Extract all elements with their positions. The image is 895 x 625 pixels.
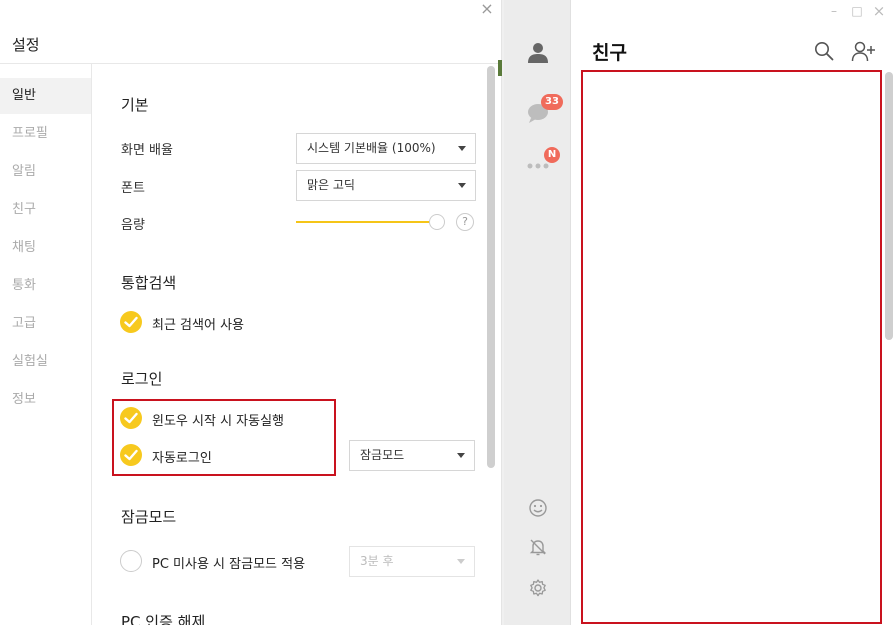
background-sliver (498, 60, 502, 76)
autologin-label: 자동로그인 (152, 451, 212, 466)
friends-scrollbar[interactable] (885, 72, 893, 340)
close-icon[interactable]: × (479, 1, 495, 17)
messenger-sidebar: 33 N (504, 0, 571, 625)
bell-off-icon[interactable] (528, 537, 548, 557)
nav-item-lab[interactable]: 실험실 (0, 344, 91, 380)
idle-lock-value: 3분 후 (360, 554, 394, 568)
chevron-down-icon (457, 453, 465, 458)
section-title-basic: 기본 (121, 96, 149, 114)
volume-slider-track[interactable] (296, 221, 436, 223)
settings-header: 설정 × (0, 0, 501, 64)
recent-search-label: 최근 검색어 사용 (152, 318, 244, 333)
chevron-down-icon (458, 183, 466, 188)
section-title-login: 로그인 (121, 370, 163, 388)
settings-nav: 일반 프로필 알림 친구 채팅 통화 고급 실험실 정보 (0, 64, 92, 625)
settings-content: 기본 화면 배율 시스템 기본배율 (100%) 폰트 맑은 고딕 음량 ? 통… (93, 64, 501, 625)
font-select-value: 맑은 고딕 (307, 178, 355, 192)
highlight-box-friends-list (581, 70, 882, 624)
maximize-icon[interactable]: □ (849, 3, 865, 19)
zoom-select-value: 시스템 기본배율 (100%) (307, 141, 436, 155)
friends-panel: – □ × 친구 (571, 0, 895, 625)
search-icon[interactable] (814, 41, 834, 61)
settings-title: 설정 (12, 36, 40, 54)
nav-item-friends[interactable]: 친구 (0, 192, 91, 228)
recent-search-checkbox[interactable] (120, 311, 142, 333)
autologin-mode-select[interactable]: 잠금모드 (349, 440, 475, 471)
check-icon (124, 412, 138, 424)
check-icon (124, 316, 138, 328)
nav-item-chat[interactable]: 채팅 (0, 230, 91, 266)
more-icon[interactable] (526, 160, 550, 172)
zoom-select[interactable]: 시스템 기본배율 (100%) (296, 133, 476, 164)
section-title-lock: 잠금모드 (121, 508, 177, 526)
gear-icon[interactable] (528, 578, 548, 598)
idle-lock-label: PC 미사용 시 잠금모드 적용 (152, 557, 306, 572)
nav-item-notifications[interactable]: 알림 (0, 154, 91, 190)
autostart-label: 윈도우 시작 시 자동실행 (152, 414, 284, 429)
autologin-checkbox[interactable] (120, 444, 142, 466)
nav-item-general[interactable]: 일반 (0, 78, 91, 114)
more-badge: N (544, 147, 560, 163)
settings-scrollbar[interactable] (487, 66, 495, 468)
volume-label: 음량 (121, 218, 145, 233)
volume-slider-thumb[interactable] (429, 214, 445, 230)
settings-window: 설정 × 일반 프로필 알림 친구 채팅 통화 고급 실험실 정보 기본 화면 … (0, 0, 502, 625)
section-title-pc-auth: PC 인증 해제 (121, 613, 206, 625)
chevron-down-icon (458, 146, 466, 151)
person-icon[interactable] (526, 40, 550, 64)
autologin-mode-value: 잠금모드 (360, 448, 405, 462)
help-icon[interactable]: ? (456, 213, 474, 231)
emoji-icon[interactable] (528, 498, 548, 518)
add-friend-icon[interactable] (851, 40, 877, 62)
minimize-icon[interactable]: – (826, 3, 842, 19)
friends-title: 친구 (592, 42, 627, 64)
nav-item-call[interactable]: 통화 (0, 268, 91, 304)
nav-item-info[interactable]: 정보 (0, 382, 91, 418)
autostart-checkbox[interactable] (120, 407, 142, 429)
font-select[interactable]: 맑은 고딕 (296, 170, 476, 201)
font-label: 폰트 (121, 181, 145, 196)
section-title-search: 통합검색 (121, 274, 177, 292)
idle-lock-checkbox[interactable] (120, 550, 142, 572)
close-icon[interactable]: × (871, 3, 887, 19)
nav-item-advanced[interactable]: 고급 (0, 306, 91, 342)
nav-item-profile[interactable]: 프로필 (0, 116, 91, 152)
check-icon (124, 449, 138, 461)
chevron-down-icon (457, 559, 465, 564)
zoom-label: 화면 배율 (121, 143, 173, 158)
idle-lock-select[interactable]: 3분 후 (349, 546, 475, 577)
chat-badge: 33 (541, 94, 563, 110)
